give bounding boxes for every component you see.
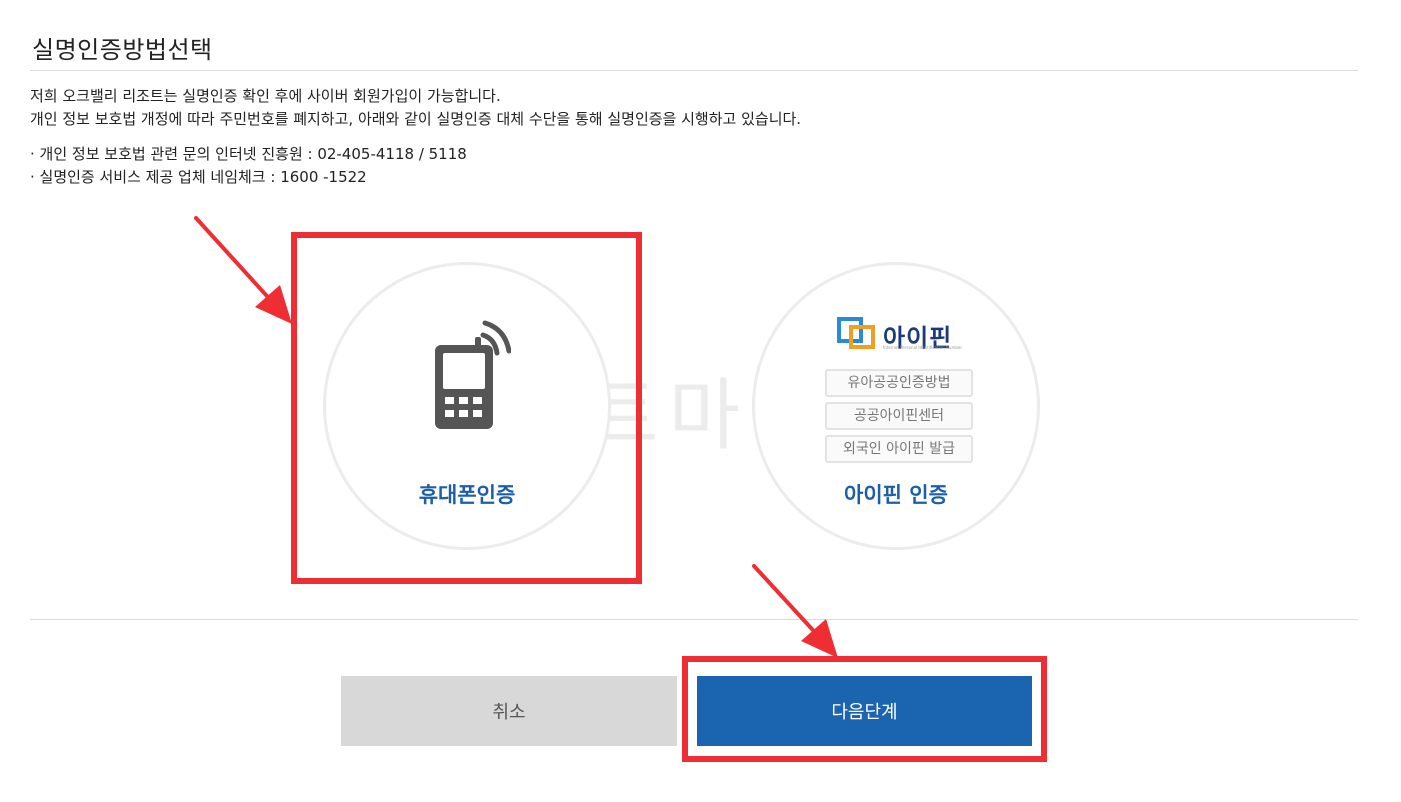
arrow-to-next-icon bbox=[752, 564, 838, 658]
annotation-arrows bbox=[194, 216, 838, 658]
arrow-to-phone-icon bbox=[194, 216, 292, 324]
